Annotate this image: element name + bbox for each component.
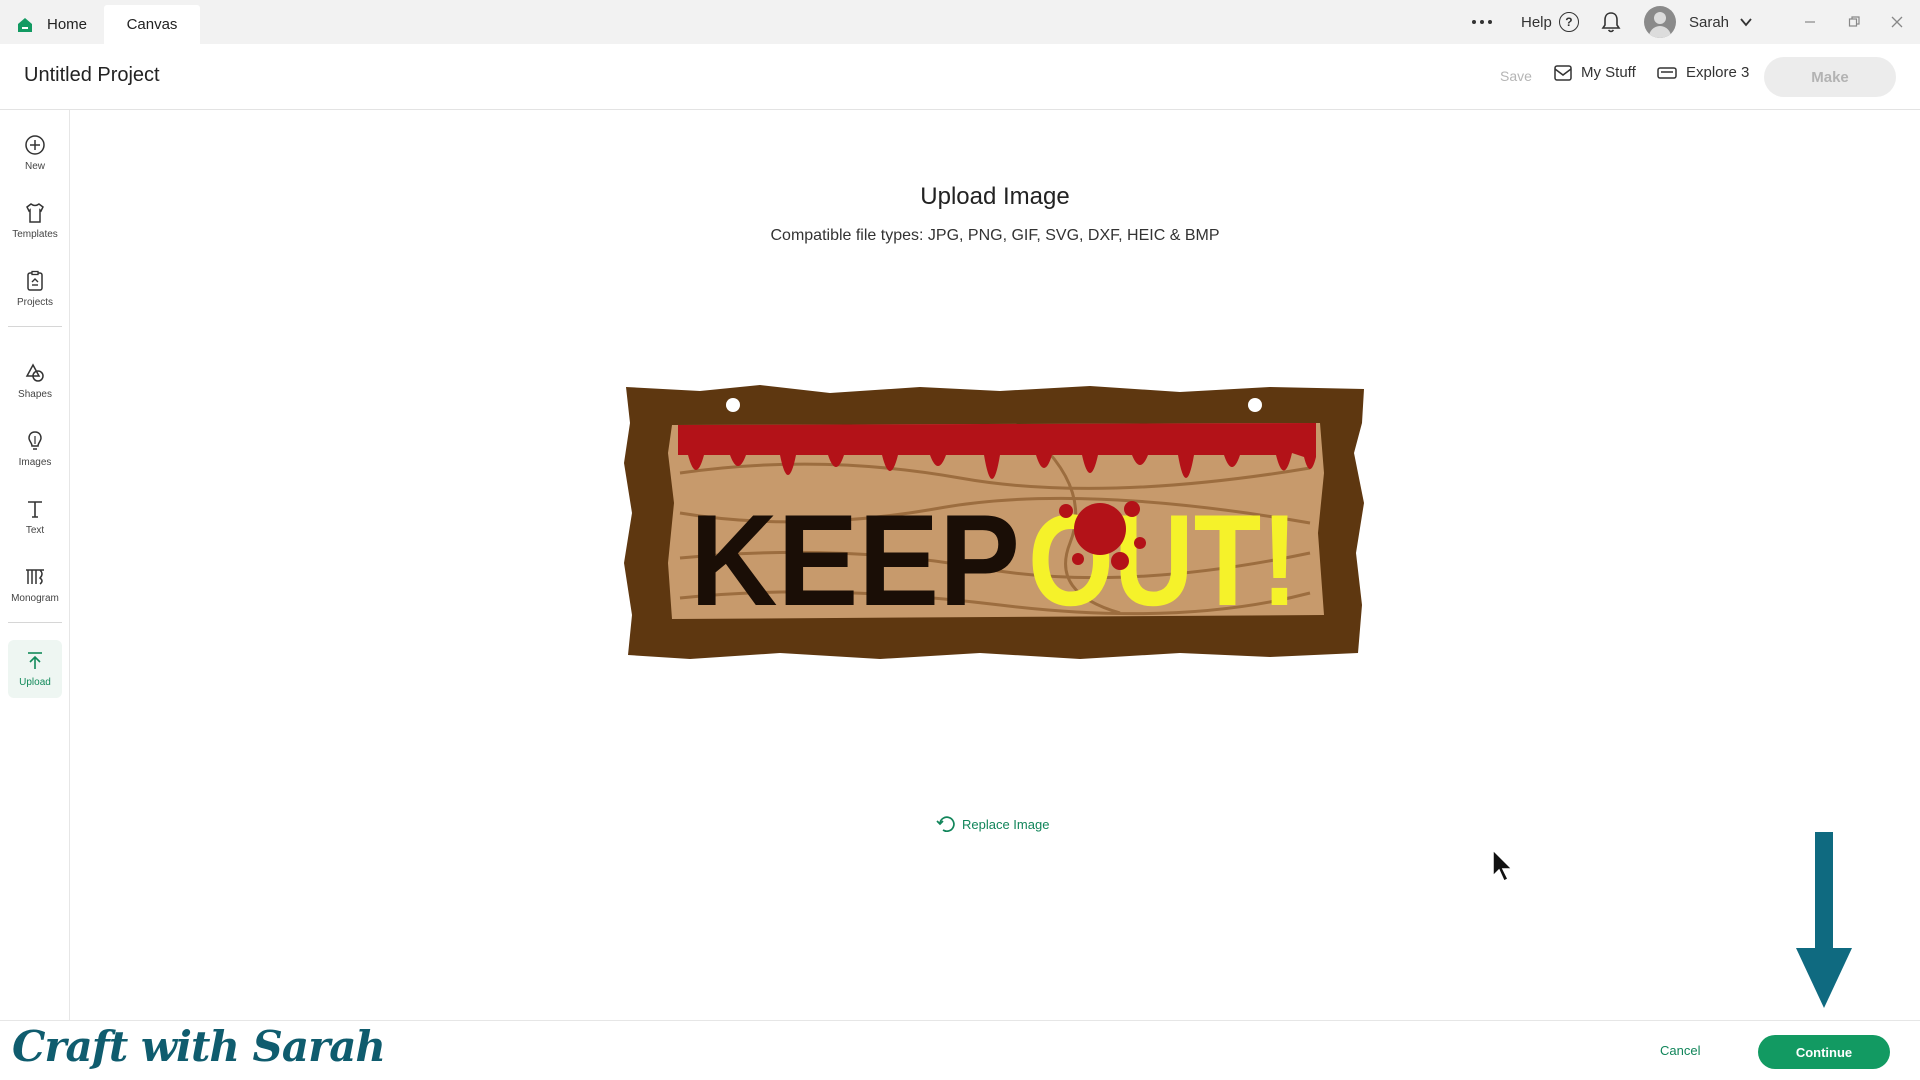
make-button[interactable]: Make [1764, 57, 1896, 97]
user-name: Sarah [1689, 13, 1730, 31]
sidebar-item-label: Shapes [18, 389, 52, 400]
save-button[interactable]: Save [1500, 68, 1532, 84]
sidebar-item-label: Text [25, 525, 45, 536]
my-stuff-button[interactable]: My Stuff [1554, 64, 1636, 81]
project-title[interactable]: Untitled Project [24, 64, 160, 87]
upload-title: Upload Image [920, 183, 1070, 210]
sidebar-item-label: Images [18, 457, 52, 468]
help-label: Help [1521, 13, 1552, 31]
home-icon [18, 17, 32, 32]
cancel-button[interactable]: Cancel [1660, 1043, 1700, 1058]
sidebar-item-templates[interactable]: Templates [8, 192, 62, 250]
sidebar-item-label: New [24, 161, 45, 172]
shirt-icon [26, 203, 44, 223]
annotation-arrow-down-icon [1796, 832, 1852, 1008]
sidebar-divider [8, 622, 62, 623]
help-question-icon: ? [1558, 12, 1579, 32]
window-close-icon[interactable] [1882, 0, 1912, 44]
machine-selector-button[interactable]: Explore 3 [1657, 64, 1749, 81]
tab-canvas-label: Canvas [126, 16, 178, 33]
sidebar-divider [8, 326, 62, 327]
tab-home-label: Home [47, 16, 88, 33]
sidebar-item-upload[interactable]: Upload [8, 640, 62, 698]
nail-hole [726, 398, 740, 412]
continue-button[interactable]: Continue [1758, 1035, 1890, 1069]
window-minimize-icon[interactable] [1795, 0, 1825, 44]
sidebar-item-images[interactable]: Images [8, 420, 62, 478]
sidebar-item-projects[interactable]: Projects [8, 260, 62, 318]
clipboard-icon [27, 270, 43, 291]
shapes-icon [25, 363, 44, 382]
sidebar-item-text[interactable]: Text [8, 488, 62, 546]
inbox-icon [1554, 64, 1572, 81]
notification-bell-icon[interactable] [1601, 0, 1623, 44]
tab-bar: Home Canvas Help ? Sarah [0, 0, 1920, 44]
sidebar-item-shapes[interactable]: Shapes [8, 352, 62, 410]
plus-circle-icon [25, 135, 45, 155]
window-restore-icon[interactable] [1839, 0, 1869, 44]
replace-image-button[interactable]: Replace Image [936, 814, 1049, 834]
sidebar-item-label: Templates [12, 229, 58, 240]
avatar [1644, 6, 1676, 38]
chevron-down-icon [1740, 18, 1752, 27]
project-header: Untitled Project Save My Stuff Explore 3… [0, 44, 1920, 110]
more-options-icon[interactable] [1470, 0, 1494, 44]
my-stuff-label: My Stuff [1581, 64, 1636, 81]
upload-icon [28, 652, 42, 669]
machine-label: Explore 3 [1686, 64, 1750, 81]
replace-image-label: Replace Image [962, 816, 1050, 832]
text-t-icon [28, 501, 42, 518]
tab-home[interactable]: Home [16, 5, 102, 44]
mouse-cursor-icon [1492, 848, 1514, 883]
craft-with-sarah-watermark: Craft with Sarah [12, 1022, 386, 1071]
sidebar-item-label: Monogram [11, 593, 59, 604]
help-button[interactable]: Help ? [1521, 0, 1579, 44]
bulb-icon [28, 431, 42, 450]
compatible-file-types: Compatible file types: JPG, PNG, GIF, SV… [770, 227, 1220, 244]
sidebar-item-new[interactable]: New [8, 124, 62, 182]
sidebar-item-label: Projects [16, 297, 54, 308]
monogram-icon [26, 569, 44, 585]
refresh-icon [936, 816, 955, 833]
left-sidebar: New Templates Projects Shapes Images Tex… [0, 110, 70, 1080]
cutting-machine-icon [1657, 66, 1677, 79]
sidebar-item-monogram[interactable]: Monogram [8, 556, 62, 614]
sidebar-item-label: Upload [19, 677, 51, 688]
nail-hole [1248, 398, 1262, 412]
keep-text: KEEP [690, 487, 1020, 633]
tab-canvas[interactable]: Canvas [104, 5, 200, 44]
user-menu[interactable]: Sarah [1644, 0, 1753, 44]
uploaded-image-preview: KEEP OUT! [624, 385, 1364, 659]
